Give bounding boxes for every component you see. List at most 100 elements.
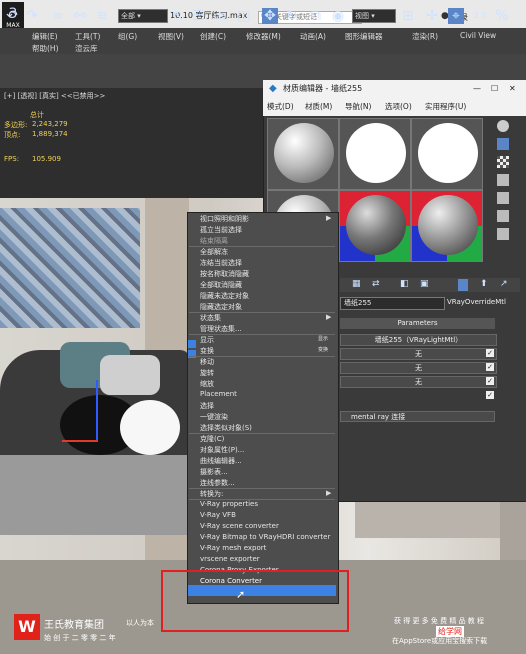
snap-angle-icon[interactable]: 2.5 bbox=[472, 8, 488, 24]
redo-icon[interactable]: ↷ bbox=[24, 8, 40, 24]
bind-spacewarp-icon[interactable]: ≋ bbox=[94, 8, 110, 24]
quad-menu-item[interactable]: 克隆(C) bbox=[200, 434, 224, 444]
move-icon[interactable]: ✥ bbox=[262, 8, 278, 24]
material-type-button[interactable]: VRayOverrideMtl bbox=[447, 297, 522, 308]
selection-filter-select[interactable]: 全部 ▾ bbox=[118, 9, 168, 23]
quad-menu-item[interactable]: 一键渲染 bbox=[200, 412, 228, 422]
menu-edit[interactable]: 编辑(E) bbox=[32, 31, 58, 42]
base-material-button[interactable]: 墙纸255（VRayLightMtl） bbox=[340, 334, 497, 346]
refract-checkbox[interactable]: ✓ bbox=[486, 377, 494, 385]
material-slot[interactable] bbox=[411, 190, 483, 262]
menu-cloud-library[interactable]: 渲云库 bbox=[75, 43, 98, 54]
unlink-icon[interactable]: ⚯ bbox=[72, 8, 88, 24]
quad-menu-item[interactable]: 隐藏选定对象 bbox=[200, 302, 242, 312]
gi-material-button[interactable]: 无 bbox=[340, 348, 497, 360]
pivot-icon[interactable]: ⊞ bbox=[400, 8, 416, 24]
window-crossing-icon[interactable]: ◫ bbox=[236, 8, 252, 24]
quad-menu-item[interactable]: V-Ray VFB bbox=[200, 511, 236, 519]
quad-menu-item[interactable]: 按名称取消隐藏 bbox=[200, 269, 249, 279]
reflect-material-button[interactable]: 无 bbox=[340, 362, 497, 374]
quad-menu-item[interactable]: vrscene exporter bbox=[200, 555, 260, 563]
percent-snap-icon[interactable]: % bbox=[494, 8, 510, 24]
snap-toggle-icon[interactable]: ⌖ bbox=[448, 8, 464, 24]
quad-menu-item[interactable]: 冻结当前选择 bbox=[200, 258, 242, 268]
mental-ray-rollout[interactable]: mental ray 连接 bbox=[340, 411, 495, 422]
material-name-field[interactable]: 墙纸255 bbox=[340, 297, 445, 310]
menu-civil-view[interactable]: Civil View bbox=[460, 31, 496, 40]
quad-menu-item[interactable]: V-Ray properties bbox=[200, 500, 258, 508]
mat-menu-mode[interactable]: 模式(D) bbox=[267, 98, 294, 116]
rotate-icon[interactable]: ↻ bbox=[284, 8, 300, 24]
menu-group[interactable]: 组(G) bbox=[118, 31, 137, 42]
sample-type-icon[interactable] bbox=[497, 120, 509, 132]
undo-icon[interactable]: ↶ bbox=[4, 8, 20, 24]
close-icon[interactable]: ✕ bbox=[509, 80, 516, 98]
quad-menu-item[interactable]: V-Ray scene converter bbox=[200, 522, 279, 530]
material-slot[interactable] bbox=[411, 118, 483, 190]
quad-menu-item[interactable]: 缩放 bbox=[200, 379, 214, 389]
quad-menu-item[interactable]: Placement bbox=[200, 390, 237, 398]
maximize-icon[interactable]: ☐ bbox=[491, 80, 498, 98]
reference-coordinate-select[interactable]: 视图 ▾ bbox=[352, 9, 396, 23]
material-slot[interactable] bbox=[267, 118, 339, 190]
quad-menu-item[interactable]: V-Ray Bitmap to VRayHDRI converter bbox=[200, 533, 330, 541]
quad-menu-item[interactable]: 曲线编辑器... bbox=[200, 456, 242, 466]
quad-menu-item[interactable]: 摄影表... bbox=[200, 467, 228, 477]
make-preview-icon[interactable] bbox=[497, 210, 509, 222]
quad-menu-item[interactable]: 全部取消隐藏 bbox=[200, 280, 242, 290]
quad-menu-item[interactable]: 隐藏未选定对象 bbox=[200, 291, 249, 301]
select-manipulate-icon[interactable]: ✢ bbox=[424, 8, 440, 24]
go-to-parent-icon[interactable]: ⬆ bbox=[480, 279, 488, 289]
menu-modifiers[interactable]: 修改器(M) bbox=[246, 31, 281, 42]
go-forward-icon[interactable]: ↗ bbox=[500, 279, 508, 289]
quad-menu-item[interactable]: 孤立当前选择 bbox=[200, 225, 242, 235]
rectangle-selection-icon[interactable]: ▭ bbox=[212, 8, 228, 24]
select-object-icon[interactable]: ↖ bbox=[170, 8, 186, 24]
menu-animation[interactable]: 动画(A) bbox=[300, 31, 326, 42]
reflect-checkbox[interactable]: ✓ bbox=[486, 363, 494, 371]
options-icon[interactable] bbox=[497, 228, 509, 240]
quad-menu-item[interactable]: V-Ray mesh export bbox=[200, 544, 266, 552]
gizmo-axis-y[interactable] bbox=[96, 380, 98, 440]
quad-menu-item[interactable]: 视口照明和阴影 bbox=[200, 214, 249, 224]
quad-menu-item[interactable]: 对象属性(P)... bbox=[200, 445, 244, 455]
refract-material-button[interactable]: 无 bbox=[340, 376, 497, 388]
quad-menu-item[interactable]: 转换为: bbox=[200, 489, 223, 499]
mat-menu-utilities[interactable]: 实用程序(U) bbox=[425, 98, 466, 116]
show-map-icon[interactable]: ▣ bbox=[420, 279, 429, 289]
parameters-rollout[interactable]: Parameters bbox=[340, 318, 495, 329]
minimize-icon[interactable]: — bbox=[473, 80, 481, 98]
material-slot-selected[interactable] bbox=[339, 190, 411, 262]
quad-menu-item[interactable]: 变换 bbox=[200, 346, 214, 356]
quad-menu-item[interactable]: 旋转 bbox=[200, 368, 214, 378]
viewport-label[interactable]: [+] [透视] [真实] <<已禁用>> bbox=[4, 91, 105, 101]
link-icon[interactable]: ∞ bbox=[50, 8, 66, 24]
quad-menu-item[interactable]: 选择类似对象(S) bbox=[200, 423, 252, 433]
menu-help[interactable]: 帮助(H) bbox=[32, 43, 59, 54]
placement-icon[interactable]: ◉ bbox=[330, 8, 346, 24]
quad-menu-item[interactable]: 连线参数... bbox=[200, 478, 235, 488]
get-material-icon[interactable]: ▦ bbox=[352, 279, 361, 289]
select-by-name-icon[interactable]: ☰ bbox=[190, 8, 206, 24]
mat-menu-material[interactable]: 材质(M) bbox=[305, 98, 332, 116]
quad-menu-item[interactable]: 显示 bbox=[200, 335, 214, 345]
show-in-viewport-icon[interactable] bbox=[458, 279, 468, 291]
menu-create[interactable]: 创建(C) bbox=[200, 31, 226, 42]
quad-menu-item[interactable]: 选择 bbox=[200, 401, 214, 411]
quad-menu-item[interactable]: 状态集 bbox=[200, 313, 221, 323]
quad-menu-item[interactable]: 全部解冻 bbox=[200, 247, 228, 257]
menu-rendering[interactable]: 渲染(R) bbox=[412, 31, 438, 42]
quad-menu-item[interactable]: 移动 bbox=[200, 357, 214, 367]
assign-material-icon[interactable]: ◧ bbox=[400, 279, 409, 289]
sample-uv-icon[interactable] bbox=[497, 174, 509, 186]
gi-checkbox[interactable]: ✓ bbox=[486, 349, 494, 357]
gizmo-axis-x[interactable] bbox=[62, 440, 98, 442]
shadow-checkbox[interactable]: ✓ bbox=[486, 391, 494, 399]
video-color-check-icon[interactable] bbox=[497, 192, 509, 204]
menu-views[interactable]: 视图(V) bbox=[158, 31, 184, 42]
scale-icon[interactable]: ⧉ bbox=[308, 8, 324, 24]
quad-menu-item[interactable]: 结束隔离 bbox=[200, 236, 228, 246]
quad-menu-item[interactable]: 管理状态集... bbox=[200, 324, 242, 334]
background-icon[interactable] bbox=[497, 156, 509, 168]
mat-menu-options[interactable]: 选项(O) bbox=[385, 98, 412, 116]
